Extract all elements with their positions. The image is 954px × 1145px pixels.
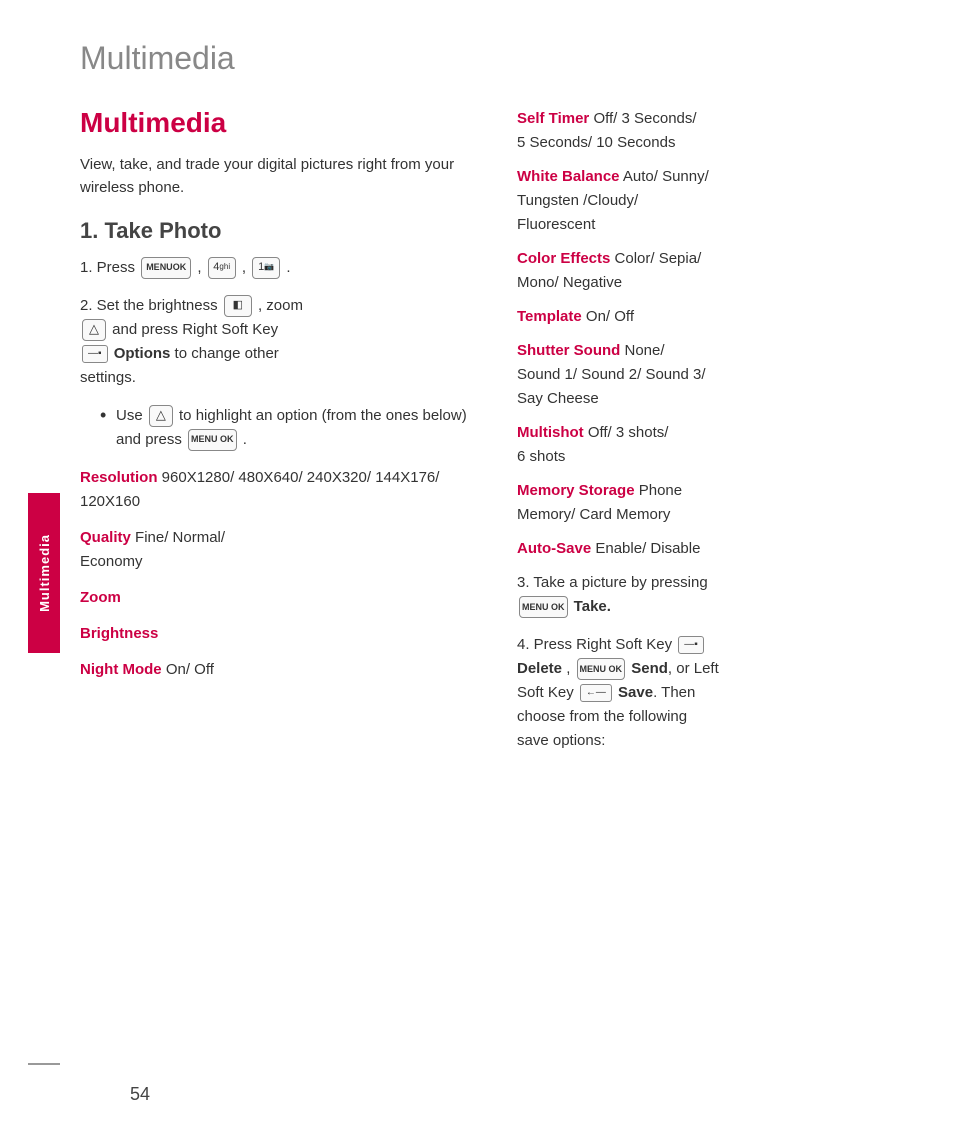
main-content: Multimedia Multimedia View, take, and tr… xyxy=(60,0,954,1145)
bullet-list: Use △ to highlight an option (from the o… xyxy=(100,404,487,452)
step2-press: and press Right Soft Key xyxy=(112,321,278,338)
night-mode-label: Night Mode xyxy=(80,661,162,678)
sidebar: Multimedia xyxy=(0,0,60,1145)
night-mode-value: On/ Off xyxy=(166,661,214,678)
shutter-sound-label: Shutter Sound xyxy=(517,342,620,359)
sidebar-label: Multimedia xyxy=(37,534,52,612)
step-1: 1. Press MENUOK , 4ghi , 1📷 . xyxy=(80,256,487,280)
brightness-option: Brightness xyxy=(80,622,487,646)
step1-comma2: , xyxy=(242,259,250,276)
template-label: Template xyxy=(517,308,582,325)
nav-icon: △ xyxy=(149,405,173,427)
zoom-option: Zoom xyxy=(80,586,487,610)
night-mode-option: Night Mode On/ Off xyxy=(80,658,487,682)
right-soft-key-icon-2: —▪ xyxy=(678,636,704,654)
multimedia-section-title: Multimedia xyxy=(80,107,487,139)
step-4: 4. Press Right Soft Key —▪ Delete , MENU… xyxy=(517,633,924,753)
sidebar-tab: Multimedia xyxy=(28,493,60,653)
sidebar-line xyxy=(28,1063,60,1065)
zoom-label: Zoom xyxy=(80,589,121,606)
1-icon: 1📷 xyxy=(252,257,280,279)
left-column: Multimedia View, take, and trade your di… xyxy=(80,107,487,767)
4ghi-icon: 4ghi xyxy=(208,257,236,279)
take-photo-title: 1. Take Photo xyxy=(80,218,487,244)
step2-options-label: Options to change other xyxy=(114,345,279,362)
step4-prefix: 4. Press Right Soft Key xyxy=(517,636,676,653)
menu-ok-icon-3: MENU OK xyxy=(519,596,568,618)
resolution-option: Resolution 960X1280/ 480X640/ 240X320/ 1… xyxy=(80,466,487,514)
step4-save: Save. Then xyxy=(618,684,695,701)
self-timer-label: Self Timer xyxy=(517,110,589,127)
step4-send: Send, or Left xyxy=(631,660,719,677)
step4-choose: choose from the following xyxy=(517,708,687,725)
memory-storage-label: Memory Storage xyxy=(517,482,635,499)
step4-soft-key: Soft Key xyxy=(517,684,578,701)
step4-delete: Delete xyxy=(517,660,562,677)
step2-settings: settings. xyxy=(80,369,136,386)
right-column: Self Timer Off/ 3 Seconds/5 Seconds/ 10 … xyxy=(517,107,924,767)
step1-comma1: , xyxy=(197,259,205,276)
auto-save-value: Enable/ Disable xyxy=(595,540,700,557)
step-2: 2. Set the brightness ◧ , zoom △ and pre… xyxy=(80,294,487,390)
auto-save-label: Auto-Save xyxy=(517,540,591,557)
step4-comma: , xyxy=(566,660,574,677)
step2-prefix: 2. Set the brightness xyxy=(80,297,222,314)
brightness-icon: ◧ xyxy=(224,295,252,317)
bullet1-use: Use xyxy=(116,407,147,424)
multimedia-intro: View, take, and trade your digital pictu… xyxy=(80,153,487,200)
step1-period: . xyxy=(286,259,290,276)
quality-label: Quality xyxy=(80,529,131,546)
step1-text: 1. Press xyxy=(80,259,139,276)
right-soft-key-icon: —▪ xyxy=(82,345,108,363)
self-timer-option: Self Timer Off/ 3 Seconds/5 Seconds/ 10 … xyxy=(517,107,924,155)
color-effects-option: Color Effects Color/ Sepia/Mono/ Negativ… xyxy=(517,247,924,295)
step3-bold: Take. xyxy=(574,598,611,615)
step3-prefix: 3. Take a picture by pressing xyxy=(517,574,708,591)
page-number: 54 xyxy=(130,1084,150,1105)
white-balance-label: White Balance xyxy=(517,168,620,185)
page-header-title: Multimedia xyxy=(80,40,924,77)
bullet1-period: . xyxy=(243,431,247,448)
color-effects-label: Color Effects xyxy=(517,250,610,267)
step2-zoom: , zoom xyxy=(258,297,303,314)
quality-option: Quality Fine/ Normal/Economy xyxy=(80,526,487,574)
brightness-label: Brightness xyxy=(80,625,158,642)
memory-storage-option: Memory Storage PhoneMemory/ Card Memory xyxy=(517,479,924,527)
left-soft-key-icon: ←— xyxy=(580,684,612,702)
menu-ok-icon-4: MENU OK xyxy=(577,658,626,680)
auto-save-option: Auto-Save Enable/ Disable xyxy=(517,537,924,561)
menu-ok-icon-2: MENU OK xyxy=(188,429,237,451)
zoom-icon: △ xyxy=(82,319,106,341)
step-3: 3. Take a picture by pressing MENU OK Ta… xyxy=(517,571,924,619)
template-value: On/ Off xyxy=(586,308,634,325)
menu-ok-icon-1: MENUOK xyxy=(141,257,191,279)
multishot-option: Multishot Off/ 3 shots/6 shots xyxy=(517,421,924,469)
template-option: Template On/ Off xyxy=(517,305,924,329)
white-balance-option: White Balance Auto/ Sunny/Tungsten /Clou… xyxy=(517,165,924,237)
multishot-label: Multishot xyxy=(517,424,584,441)
resolution-label: Resolution xyxy=(80,469,158,486)
step4-save-options: save options: xyxy=(517,732,605,749)
bullet-item-1: Use △ to highlight an option (from the o… xyxy=(100,404,487,452)
shutter-sound-option: Shutter Sound None/Sound 1/ Sound 2/ Sou… xyxy=(517,339,924,411)
